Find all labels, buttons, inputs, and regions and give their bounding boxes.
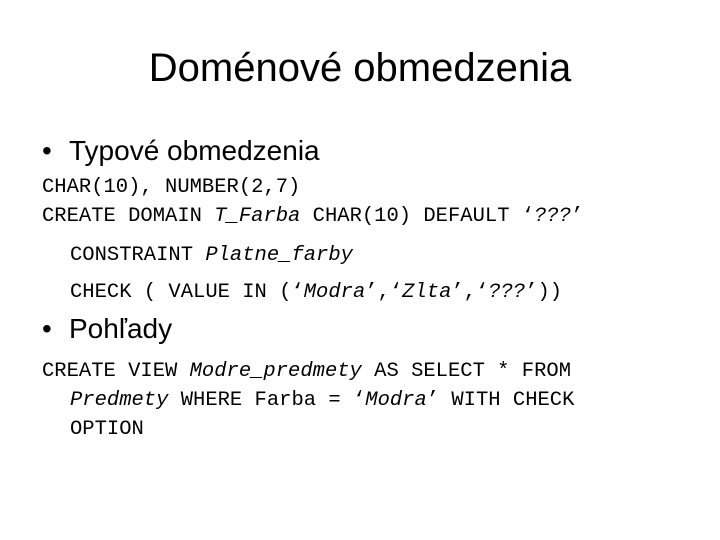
code-text: OPTION bbox=[70, 418, 144, 441]
bullet-heading: Pohľady bbox=[69, 313, 173, 344]
code-text: CHAR(10) DEFAULT ‘ bbox=[300, 205, 535, 228]
code-identifier: ??? bbox=[534, 205, 572, 228]
code-line: OPTION bbox=[70, 415, 144, 444]
code-line: CONSTRAINT Platne_farby bbox=[70, 241, 353, 270]
code-text: ’ WITH CHECK bbox=[426, 389, 575, 412]
code-text: WHERE Farba = ‘ bbox=[168, 389, 366, 412]
code-identifier: Platne_farby bbox=[205, 244, 353, 267]
code-text: CONSTRAINT bbox=[70, 244, 206, 267]
code-identifier: ??? bbox=[488, 281, 526, 304]
code-text: ’,‘ bbox=[365, 281, 403, 304]
code-text: ’,‘ bbox=[451, 281, 489, 304]
code-text: ’ bbox=[571, 205, 584, 228]
bullet-dot-icon: • bbox=[42, 313, 52, 344]
code-identifier: T_Farba bbox=[214, 205, 301, 228]
code-text: CREATE DOMAIN bbox=[42, 205, 215, 228]
code-identifier: Predmety bbox=[70, 389, 169, 412]
code-identifier: Modre_predmety bbox=[189, 360, 362, 383]
slide: Doménové obmedzenia • Typové obmedzenia C… bbox=[0, 0, 720, 540]
bullet-heading: Typové obmedzenia bbox=[69, 135, 320, 166]
code-line: Predmety WHERE Farba = ‘Modra’ WITH CHEC… bbox=[70, 386, 574, 415]
code-identifier: Modra bbox=[365, 389, 427, 412]
code-text: AS SELECT * FROM bbox=[361, 360, 571, 383]
code-text: CREATE VIEW bbox=[42, 360, 190, 383]
code-text: CHECK ( VALUE IN (‘ bbox=[70, 281, 304, 304]
code-line: CHAR(10), NUMBER(2,7) bbox=[42, 173, 300, 202]
code-identifier: Zlta bbox=[402, 281, 452, 304]
code-line: CHECK ( VALUE IN (‘Modra’,‘Zlta’,‘???’)) bbox=[70, 278, 562, 307]
bullet-typove-obmedzenia: • Typové obmedzenia bbox=[42, 134, 320, 168]
bullet-dot-icon: • bbox=[42, 135, 52, 166]
code-line: CREATE DOMAIN T_Farba CHAR(10) DEFAULT ‘… bbox=[42, 202, 583, 231]
bullet-pohlady: • Pohľady bbox=[42, 312, 172, 346]
code-identifier: Modra bbox=[303, 281, 366, 304]
code-line: CREATE VIEW Modre_predmety AS SELECT * F… bbox=[42, 357, 571, 386]
code-text: ’)) bbox=[525, 281, 563, 304]
code-text: CHAR(10), NUMBER(2,7) bbox=[42, 176, 301, 199]
slide-title: Doménové obmedzenia bbox=[148, 46, 572, 90]
